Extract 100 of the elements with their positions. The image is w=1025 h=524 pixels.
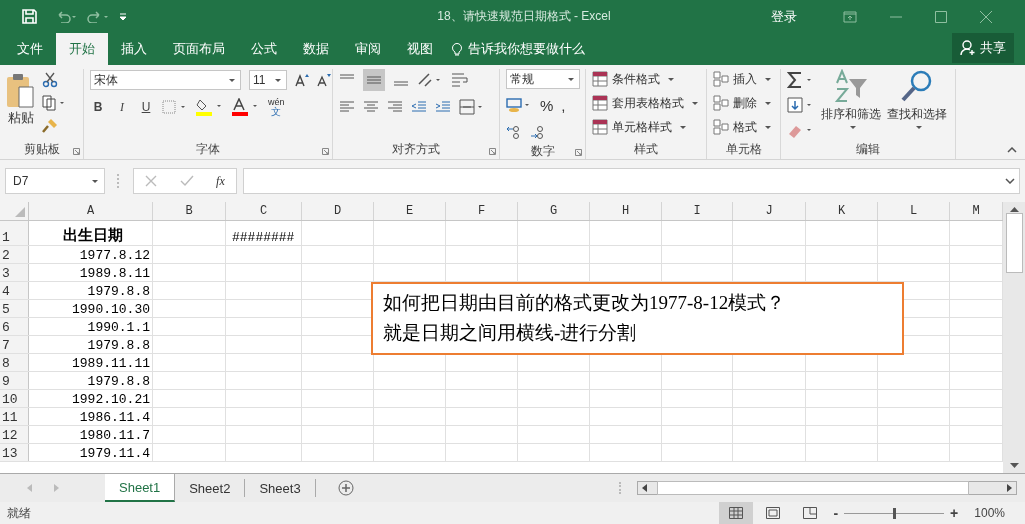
row-header[interactable]: 10 [0,390,29,407]
ribbon-tab[interactable]: 公式 [238,33,290,65]
ribbon-display-icon[interactable] [843,10,857,23]
paste-button[interactable]: 粘贴 [6,69,36,127]
align-middle-icon[interactable] [363,69,385,91]
row-header[interactable]: 5 [0,300,29,317]
zoom-in-button[interactable]: + [950,505,959,521]
fill-color-icon[interactable] [196,98,224,116]
decrease-indent-icon[interactable] [411,101,427,113]
column-header[interactable]: H [590,202,662,220]
maximize-icon[interactable] [935,10,947,23]
row-header[interactable]: 1 [0,221,29,245]
format-painter-icon[interactable] [42,118,58,134]
decrease-decimal-icon[interactable] [530,125,546,139]
ribbon-tab[interactable]: 插入 [108,33,160,65]
cells-menu-button[interactable]: 删除 [713,93,771,113]
increase-font-size-icon[interactable] [295,73,309,87]
comma-style-button[interactable]: , [561,96,566,114]
dialog-launcher-icon[interactable] [322,148,329,155]
styles-menu-button[interactable]: 套用表格格式 [592,93,698,113]
view-button[interactable] [719,502,754,524]
enter-check-icon[interactable] [179,175,194,187]
customize-toolbar-icon[interactable] [119,12,127,21]
redo-icon[interactable] [87,10,109,23]
add-sheet-icon[interactable] [337,480,354,496]
number-format-dropdown[interactable]: 常规 [506,69,580,89]
sheet-tab[interactable]: Sheet1 [105,474,176,502]
scrollbar-thumb[interactable] [1005,212,1023,273]
column-header[interactable]: K [806,202,878,220]
minimize-icon[interactable] [890,15,902,18]
ribbon-tab[interactable]: 文件 [0,33,56,65]
dialog-launcher-icon[interactable] [489,148,496,155]
row-header[interactable]: 11 [0,408,29,425]
collapse-ribbon-icon[interactable] [1007,147,1017,153]
row-header[interactable]: 13 [0,444,29,461]
column-header[interactable]: D [302,202,374,220]
row-header[interactable]: 3 [0,264,29,281]
align-center-icon[interactable] [363,101,379,113]
font-name-dropdown[interactable]: 宋体 [90,70,241,90]
copy-icon[interactable] [42,95,66,111]
styles-menu-button[interactable]: 单元格样式 [592,117,686,137]
decrease-font-size-icon[interactable] [317,73,331,87]
bold-button[interactable]: B [90,100,106,114]
phonetic-guide-button[interactable]: wén 文 [268,97,285,117]
insert-function-button[interactable]: fx [216,173,225,189]
align-left-icon[interactable] [339,101,355,113]
font-size-dropdown[interactable]: 11 [249,70,287,90]
formula-input[interactable] [243,168,1020,194]
scrollbar-thumb[interactable] [656,481,969,495]
name-box[interactable]: D7 [5,168,105,194]
ribbon-tab[interactable]: 视图 [394,33,446,65]
ribbon-tab[interactable]: 审阅 [342,33,394,65]
ribbon-tab[interactable]: 数据 [290,33,342,65]
dialog-launcher-icon[interactable] [575,149,582,156]
sheet-tab[interactable]: Sheet2 [175,479,246,497]
zoom-out-button[interactable]: - [833,505,839,521]
column-header[interactable]: F [446,202,518,220]
scroll-down-icon[interactable] [1009,463,1019,468]
currency-icon[interactable] [506,97,532,113]
row-header[interactable]: 9 [0,372,29,389]
row-header[interactable]: 7 [0,336,29,353]
italic-button[interactable]: I [114,99,130,115]
orientation-icon[interactable] [417,72,443,88]
underline-button[interactable]: U [138,100,154,114]
wrap-text-icon[interactable] [451,72,469,88]
select-all-icon[interactable] [15,207,25,217]
column-header[interactable]: I [662,202,733,220]
cells-menu-button[interactable]: 格式 [713,117,771,137]
ribbon-tab[interactable]: 页面布局 [160,33,238,65]
sheet-tab[interactable]: Sheet3 [245,479,316,497]
sign-in-link[interactable]: 登录 [771,7,797,26]
column-header[interactable]: E [374,202,446,220]
next-sheet-icon[interactable] [54,484,59,492]
row-header[interactable]: 8 [0,354,29,371]
styles-menu-button[interactable]: 条件格式 [592,69,674,89]
percent-style-button[interactable]: % [540,96,554,114]
cells-menu-button[interactable]: 插入 [713,69,771,89]
increase-decimal-icon[interactable] [506,125,522,139]
increase-indent-icon[interactable] [435,101,451,113]
dialog-launcher-icon[interactable] [73,148,80,155]
column-header[interactable]: A [29,202,153,220]
scroll-left-icon[interactable] [641,484,647,492]
merge-center-icon[interactable] [459,99,485,115]
scroll-right-icon[interactable] [1006,484,1012,492]
row-header[interactable]: 6 [0,318,29,335]
share-button[interactable]: 共享 [952,33,1014,63]
cancel-icon[interactable] [145,175,158,187]
cut-icon[interactable] [42,72,58,88]
row-header[interactable]: 2 [0,246,29,263]
undo-icon[interactable] [55,10,77,23]
column-header[interactable]: L [878,202,950,220]
ribbon-tab[interactable]: 开始 [56,33,108,65]
zoom-slider[interactable] [844,507,945,519]
font-color-icon[interactable] [232,98,260,116]
column-header[interactable]: G [518,202,590,220]
row-header[interactable]: 4 [0,282,29,299]
column-header[interactable]: B [153,202,226,220]
expand-icon[interactable] [1005,178,1015,184]
column-header[interactable]: J [733,202,806,220]
save-icon[interactable] [22,9,37,24]
